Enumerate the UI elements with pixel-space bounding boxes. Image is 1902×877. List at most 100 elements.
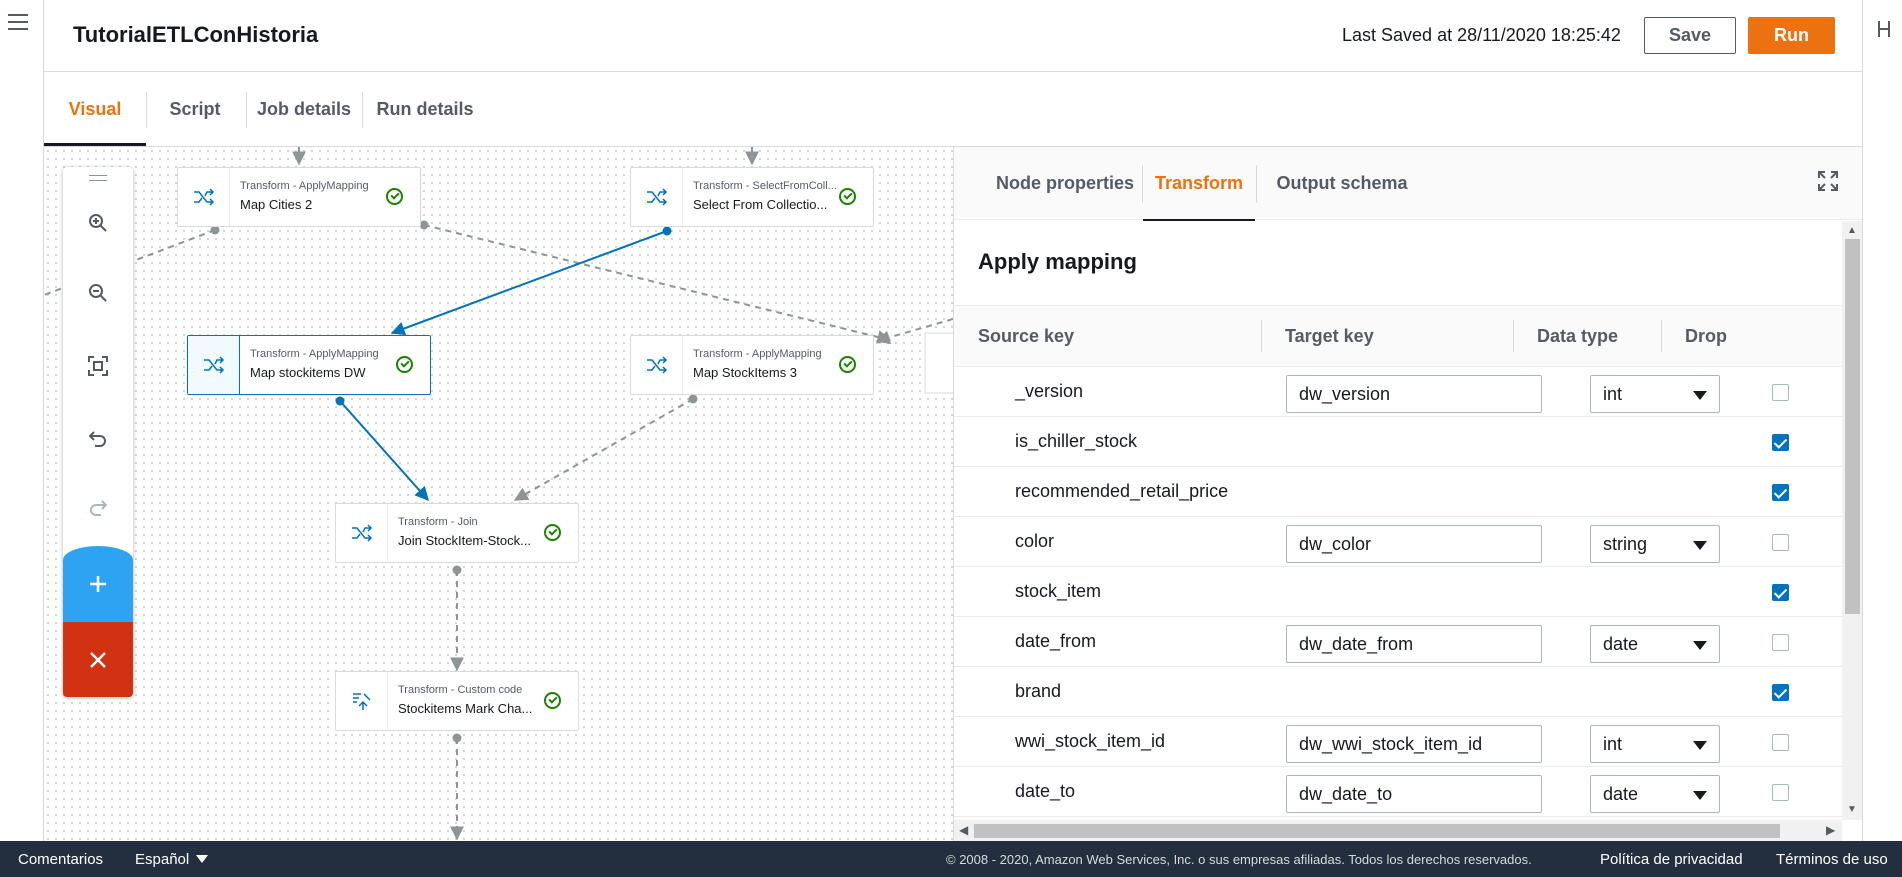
help-icon[interactable] (1877, 20, 1891, 43)
drag-handle[interactable] (89, 175, 107, 181)
node-type: Transform - ApplyMapping (250, 348, 379, 360)
target-key-input[interactable]: dw_version (1286, 375, 1542, 413)
edge (423, 224, 892, 344)
tab-job-details[interactable]: Job details (247, 72, 361, 146)
data-type-select[interactable]: int (1590, 375, 1720, 413)
node-panel: Node properties Transform Output schema … (953, 146, 1862, 841)
column-header: Data type (1537, 326, 1619, 346)
edge-handle (688, 394, 698, 404)
menu-icon[interactable] (8, 14, 28, 32)
success-icon (544, 524, 561, 541)
source-key: color (1015, 531, 1055, 551)
data-type-value: date (1603, 784, 1639, 804)
undo-icon[interactable] (63, 419, 133, 459)
drop-checkbox[interactable] (1772, 584, 1789, 601)
canvas-toolbar (63, 167, 133, 697)
table-row: date_to dw_date_to date (954, 767, 1842, 817)
caret-down-icon (1693, 391, 1707, 400)
shuffle-icon (631, 168, 683, 226)
drop-checkbox[interactable] (1772, 434, 1789, 451)
drop-checkbox[interactable] (1772, 734, 1789, 751)
tab-transform[interactable]: Transform (1143, 147, 1255, 221)
edge-handle (452, 565, 462, 575)
table-row: brand (954, 667, 1842, 717)
drop-checkbox[interactable] (1772, 784, 1789, 801)
horizontal-scrollbar[interactable]: ◀ ▶ (954, 820, 1842, 841)
table-row: recommended_retail_price (954, 467, 1842, 517)
scrollbar-thumb[interactable] (974, 824, 1780, 838)
fit-to-screen-icon[interactable] (63, 346, 133, 386)
node-select-from-collection[interactable]: Transform - SelectFromColl... Select Fro… (630, 167, 874, 227)
shuffle-icon (336, 504, 388, 562)
node-stockitems-mark-changes[interactable]: Transform - Custom code Stockitems Mark … (335, 671, 579, 731)
node-join-stockitem[interactable]: Transform - Join Join StockItem-Stock... (335, 503, 579, 563)
shuffle-icon (178, 168, 230, 226)
drop-checkbox[interactable] (1772, 384, 1789, 401)
scroll-down-icon[interactable]: ▼ (1847, 804, 1857, 815)
job-header: TutorialETLConHistoria Last Saved at 28/… (44, 0, 1862, 72)
data-type-select[interactable]: int (1590, 725, 1720, 763)
run-button[interactable]: Run (1748, 17, 1835, 54)
vertical-scrollbar[interactable]: ▲ ▼ (1842, 221, 1862, 820)
source-key: is_chiller_stock (1015, 431, 1138, 451)
privacy-link[interactable]: Política de privacidad (1600, 851, 1743, 868)
table-row: date_from dw_date_from date (954, 617, 1842, 667)
expand-icon[interactable] (1818, 171, 1838, 191)
target-key-input[interactable]: dw_wwi_stock_item_id (1286, 725, 1542, 763)
tab-node-properties[interactable]: Node properties (978, 147, 1152, 220)
language-selector[interactable]: Español (135, 851, 209, 868)
success-icon (396, 356, 413, 373)
panel-tabs: Node properties Transform Output schema (954, 147, 1862, 221)
success-icon (839, 188, 856, 205)
edge-handle (662, 226, 672, 236)
zoom-in-icon[interactable] (63, 203, 133, 243)
node-name: Join StockItem-Stock... (398, 533, 531, 548)
tab-visual[interactable]: Visual (44, 72, 146, 146)
add-node-button[interactable] (63, 546, 133, 622)
table-row: stock_item (954, 567, 1842, 617)
target-key-input[interactable]: dw_date_from (1286, 625, 1542, 663)
table-row: color dw_color string (954, 517, 1842, 567)
add-icon (90, 576, 106, 592)
scroll-right-icon[interactable]: ▶ (1826, 823, 1835, 837)
node-type: Transform - Custom code (398, 684, 523, 696)
node-map-stockitems-dw[interactable]: Transform - ApplyMapping Map stockitems … (187, 335, 431, 395)
feedback-link[interactable]: Comentarios (18, 851, 103, 868)
edge (390, 230, 668, 336)
caret-down-icon (1693, 641, 1707, 650)
tab-output-schema[interactable]: Output schema (1257, 147, 1427, 220)
source-key: date_from (1015, 631, 1097, 651)
column-header: Source key (978, 326, 1075, 346)
save-button[interactable]: Save (1644, 17, 1736, 54)
source-key: stock_item (1015, 581, 1102, 601)
redo-icon[interactable] (63, 488, 133, 528)
success-icon (839, 356, 856, 373)
edge (339, 400, 429, 502)
edge-handle (335, 396, 345, 406)
drop-checkbox[interactable] (1772, 534, 1789, 551)
source-key: recommended_retail_price (1015, 481, 1229, 501)
target-key-input[interactable]: dw_date_to (1286, 775, 1542, 813)
glue-studio-window: TutorialETLConHistoria Last Saved at 28/… (0, 0, 1902, 877)
zoom-out-icon[interactable] (63, 273, 133, 313)
scroll-up-icon[interactable]: ▲ (1847, 225, 1857, 236)
column-header: Target key (1285, 326, 1374, 346)
drop-checkbox[interactable] (1772, 484, 1789, 501)
tab-run-details[interactable]: Run details (363, 72, 487, 146)
data-type-select[interactable]: date (1590, 625, 1720, 663)
drop-checkbox[interactable] (1772, 684, 1789, 701)
data-type-select[interactable]: string (1590, 525, 1720, 563)
data-type-select[interactable]: date (1590, 775, 1720, 813)
source-key: brand (1015, 681, 1062, 701)
scrollbar-thumb[interactable] (1845, 239, 1860, 614)
table-row: wwi_stock_item_id dw_wwi_stock_item_id i… (954, 717, 1842, 767)
terms-link[interactable]: Términos de uso (1776, 851, 1888, 868)
visual-canvas[interactable]: Transform - ApplyMapping Map Cities 2 Tr… (44, 146, 953, 841)
target-key-input[interactable]: dw_color (1286, 525, 1542, 563)
node-map-cities-2[interactable]: Transform - ApplyMapping Map Cities 2 (177, 167, 421, 227)
tab-script[interactable]: Script (147, 72, 243, 146)
delete-node-button[interactable] (63, 622, 133, 697)
node-map-stockitems-3[interactable]: Transform - ApplyMapping Map StockItems … (630, 335, 874, 395)
drop-checkbox[interactable] (1772, 634, 1789, 651)
scroll-left-icon[interactable]: ◀ (959, 823, 968, 837)
